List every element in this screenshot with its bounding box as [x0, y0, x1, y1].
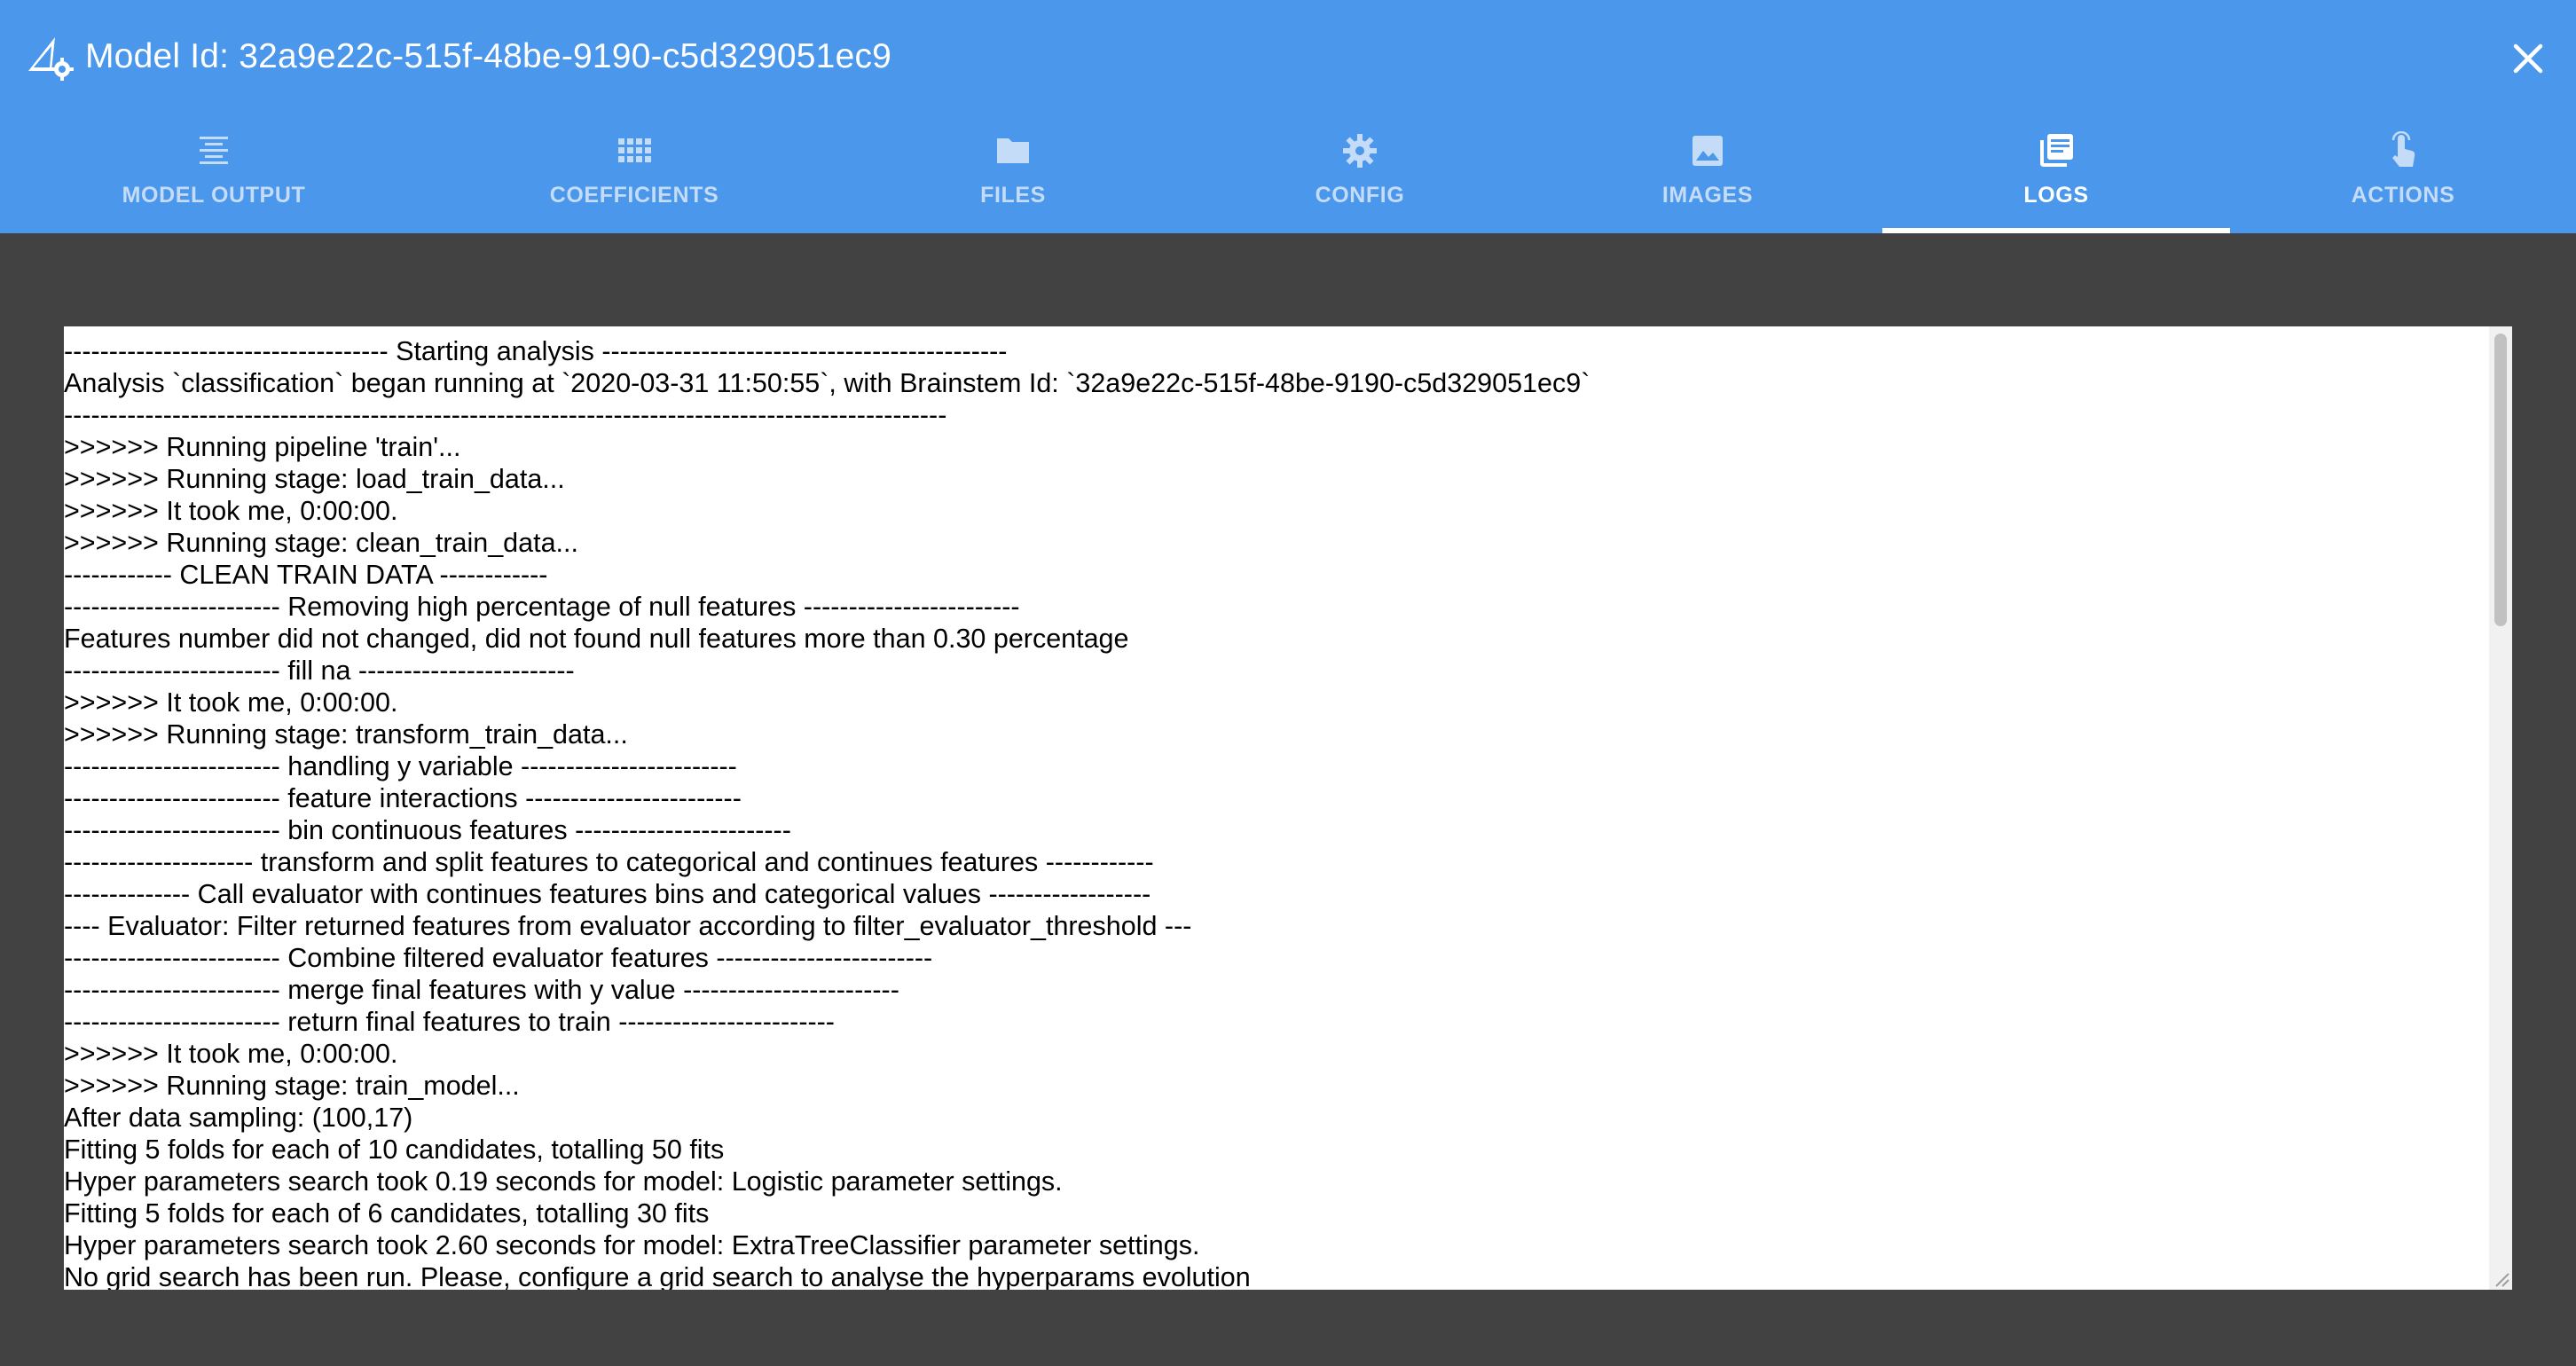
log-text: ------------------------------------ Sta… — [64, 335, 2477, 1290]
log-line: ------------------------ merge final fea… — [64, 975, 899, 1005]
tab-label: ACTIONS — [2351, 183, 2455, 208]
log-line: >>>>>> It took me, 0:00:00. — [64, 687, 398, 718]
tab-label: IMAGES — [1661, 183, 1754, 208]
grid-icon — [618, 138, 651, 162]
tab-bar: MODEL OUTPUT COEFFICIENTS FILES CONFIG I… — [0, 114, 2576, 233]
log-line: ------------------------ handling y vari… — [64, 751, 737, 781]
resize-handle-icon[interactable] — [2491, 1268, 2510, 1288]
scrollbar[interactable] — [2489, 326, 2512, 1290]
dialog-header: Model Id: 32a9e22c-515f-48be-9190-c5d329… — [0, 0, 2576, 233]
log-line: ------------------------ bin continuous … — [64, 815, 791, 845]
log-line: --------------------- transform and spli… — [64, 847, 1154, 877]
log-line: Fitting 5 folds for each of 10 candidate… — [64, 1134, 725, 1165]
log-line: >>>>>> Running pipeline 'train'... — [64, 432, 461, 462]
tab-label: MODEL OUTPUT — [122, 183, 306, 208]
log-line: ------------ CLEAN TRAIN DATA ----------… — [64, 560, 548, 590]
log-line: >>>>>> It took me, 0:00:00. — [64, 496, 398, 526]
log-line: After data sampling: (100,17) — [64, 1103, 413, 1133]
log-line: >>>>>> Running stage: train_model... — [64, 1071, 520, 1101]
text-align-icon — [200, 137, 228, 164]
tab-logs[interactable]: LOGS — [1882, 114, 2230, 233]
log-line: >>>>>> Running stage: load_train_data... — [64, 464, 565, 494]
log-line: ---- Evaluator: Filter returned features… — [64, 911, 1192, 941]
tab-actions[interactable]: ACTIONS — [2229, 114, 2576, 233]
tab-config[interactable]: CONFIG — [1186, 114, 1534, 233]
log-line: Hyper parameters search took 2.60 second… — [64, 1230, 1200, 1260]
scrollbar-thumb[interactable] — [2494, 334, 2507, 626]
log-line: ------------------------ Combine filtere… — [64, 943, 933, 973]
window-title: Model Id: 32a9e22c-515f-48be-9190-c5d329… — [85, 37, 892, 75]
log-line: -------------- Call evaluator with conti… — [64, 879, 1151, 909]
log-line: ------------------------ fill na -------… — [64, 656, 575, 686]
library-books-icon — [2040, 134, 2073, 167]
log-line: ------------------------ Removing high p… — [64, 592, 1020, 622]
tab-label: FILES — [980, 183, 1046, 208]
log-line: >>>>>> It took me, 0:00:00. — [64, 1039, 398, 1069]
log-line: >>>>>> Running stage: clean_train_data..… — [64, 528, 578, 558]
log-output-panel[interactable]: ------------------------------------ Sta… — [64, 326, 2512, 1290]
log-line: ------------------------------------ Sta… — [64, 336, 1008, 366]
tab-coefficients[interactable]: COEFFICIENTS — [460, 114, 808, 233]
active-tab-indicator — [1882, 228, 2230, 233]
close-icon[interactable] — [2505, 35, 2551, 82]
log-line: Hyper parameters search took 0.19 second… — [64, 1166, 1063, 1197]
log-line: Analysis `classification` began running … — [64, 368, 1590, 398]
tab-label: CONFIG — [1315, 183, 1405, 208]
title-bar: Model Id: 32a9e22c-515f-48be-9190-c5d329… — [0, 0, 2576, 114]
tab-model-output[interactable]: MODEL OUTPUT — [40, 114, 388, 233]
touch-icon — [2391, 131, 2415, 167]
log-line: ------------------------ feature interac… — [64, 783, 742, 813]
log-line: ------------------------ return final fe… — [64, 1007, 835, 1037]
folder-icon — [997, 138, 1029, 163]
tab-images[interactable]: IMAGES — [1534, 114, 1881, 233]
tab-files[interactable]: FILES — [839, 114, 1187, 233]
gear-icon — [1343, 134, 1377, 168]
log-line: >>>>>> Running stage: transform_train_da… — [64, 719, 628, 750]
tab-label: COEFFICIENTS — [549, 183, 719, 208]
image-icon — [1692, 136, 1723, 166]
model-settings-icon — [28, 37, 74, 81]
log-line: Features number did not changed, did not… — [64, 624, 1129, 654]
log-line: ----------------------------------------… — [64, 400, 947, 430]
tab-label: LOGS — [2023, 183, 2089, 208]
log-line: No grid search has been run. Please, con… — [64, 1262, 1251, 1290]
log-line: Fitting 5 folds for each of 6 candidates… — [64, 1198, 710, 1229]
